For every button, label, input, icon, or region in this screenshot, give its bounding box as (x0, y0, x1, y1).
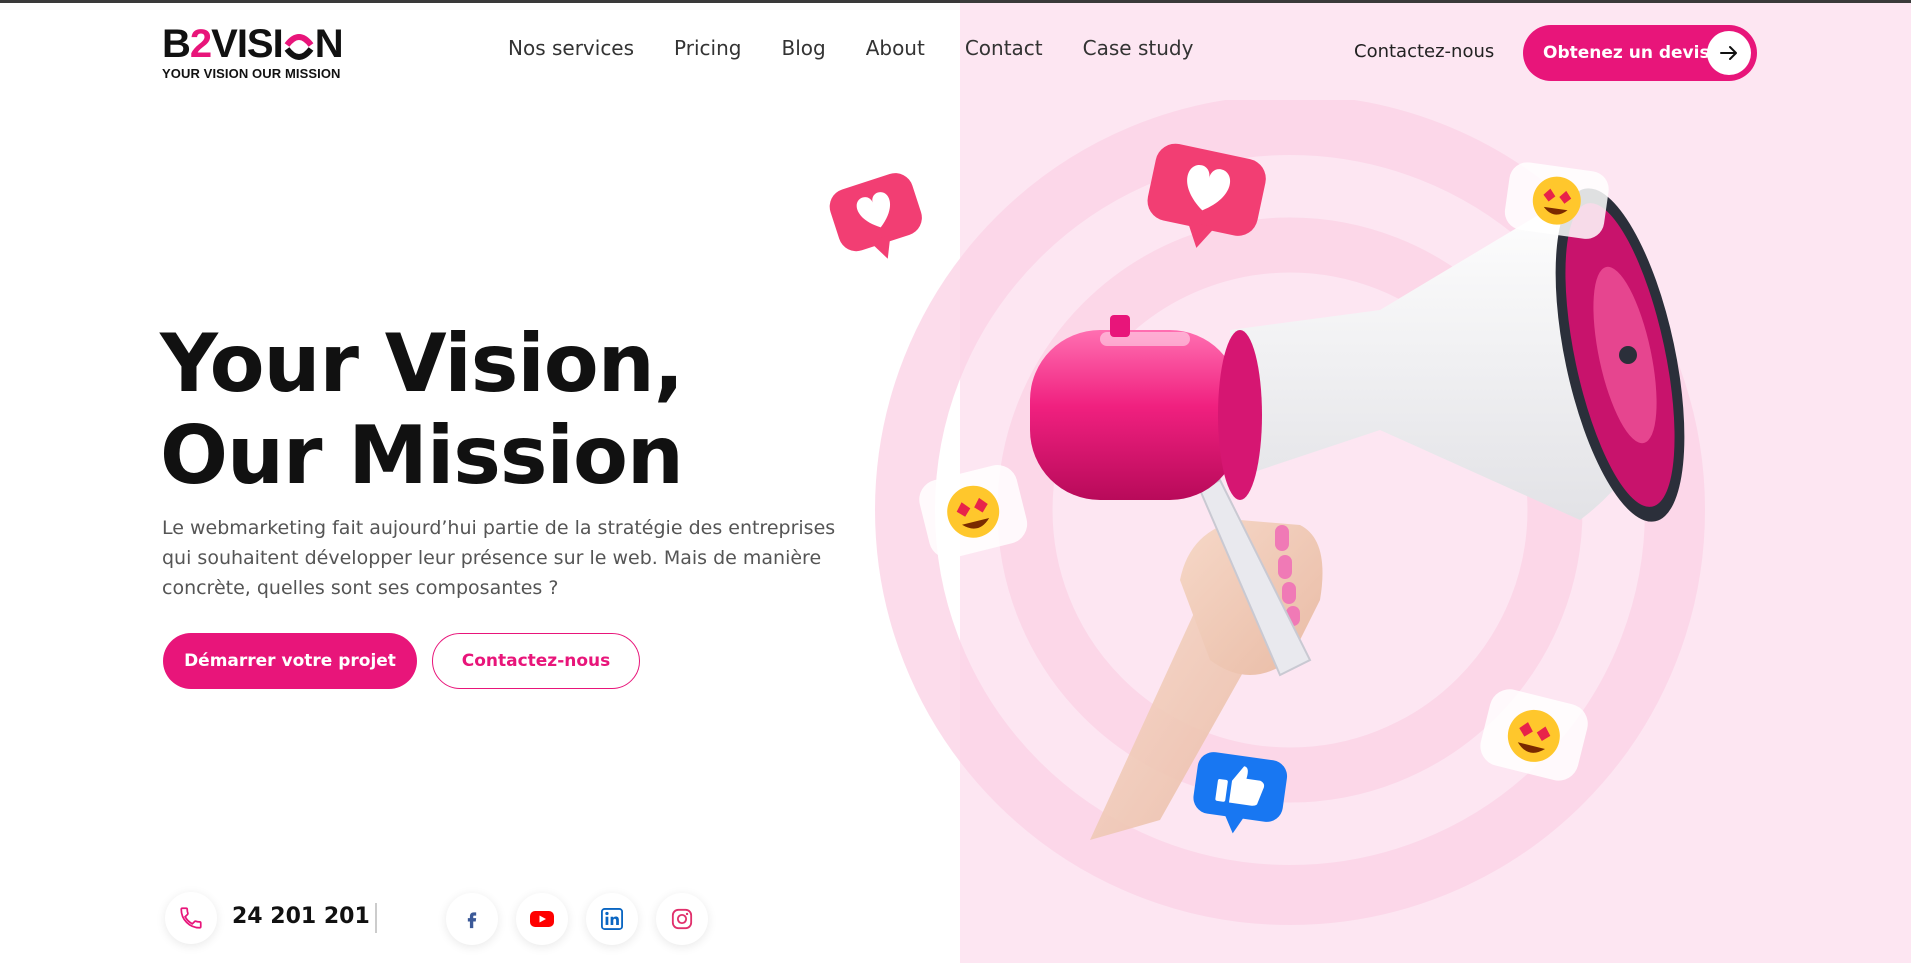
hero-title-line-2: Our Mission (160, 409, 684, 502)
logo-letter-b: B (162, 22, 191, 66)
linkedin-icon[interactable] (586, 893, 638, 945)
phone-number[interactable]: 24 201 201 (232, 904, 370, 929)
logo-tagline: YOUR VISION OUR MISSION (162, 66, 341, 81)
instagram-icon[interactable] (656, 893, 708, 945)
logo-wordmark: B 2 VISI N (162, 22, 362, 66)
hero-title: Your Vision, Our Mission (160, 317, 684, 502)
nav-item-case-study[interactable]: Case study (1083, 36, 1194, 60)
facebook-icon[interactable] (446, 893, 498, 945)
get-quote-label: Obtenez un devis (1543, 43, 1710, 63)
hero-title-line-1: Your Vision, (160, 317, 684, 410)
logo-letter-n: N (314, 22, 344, 66)
thumbs-up-bubble (1193, 752, 1288, 834)
phone-icon[interactable] (165, 892, 217, 944)
youtube-icon[interactable] (516, 893, 568, 945)
main-nav: Nos services Pricing Blog About Contact … (508, 36, 1193, 60)
header-contact-link[interactable]: Contactez-nous (1354, 41, 1494, 62)
love-emoji-bubble-bottom-right (1480, 689, 1588, 781)
nav-item-pricing[interactable]: Pricing (674, 36, 741, 60)
nav-item-services[interactable]: Nos services (508, 36, 634, 60)
nav-item-blog[interactable]: Blog (781, 36, 825, 60)
logo-o-mark (284, 28, 314, 60)
get-quote-button[interactable]: Obtenez un devis (1523, 25, 1757, 81)
nav-item-about[interactable]: About (866, 36, 925, 60)
logo[interactable]: B 2 VISI N YOUR VISION OUR MISSION (162, 22, 362, 82)
contact-us-button[interactable]: Contactez-nous (432, 633, 640, 689)
logo-letters-visi: VISI (211, 22, 284, 66)
megaphone-illustration (829, 100, 1705, 925)
nav-item-contact[interactable]: Contact (965, 36, 1043, 60)
love-emoji-bubble-top-right (1504, 162, 1609, 239)
heart-bubble-left (829, 173, 922, 259)
contact-divider (375, 903, 377, 933)
start-project-button[interactable]: Démarrer votre projet (163, 633, 417, 689)
logo-digit-2: 2 (189, 22, 212, 66)
hero-description: Le webmarketing fait aujourd’hui partie … (162, 517, 836, 599)
arrow-right-icon (1707, 31, 1751, 75)
